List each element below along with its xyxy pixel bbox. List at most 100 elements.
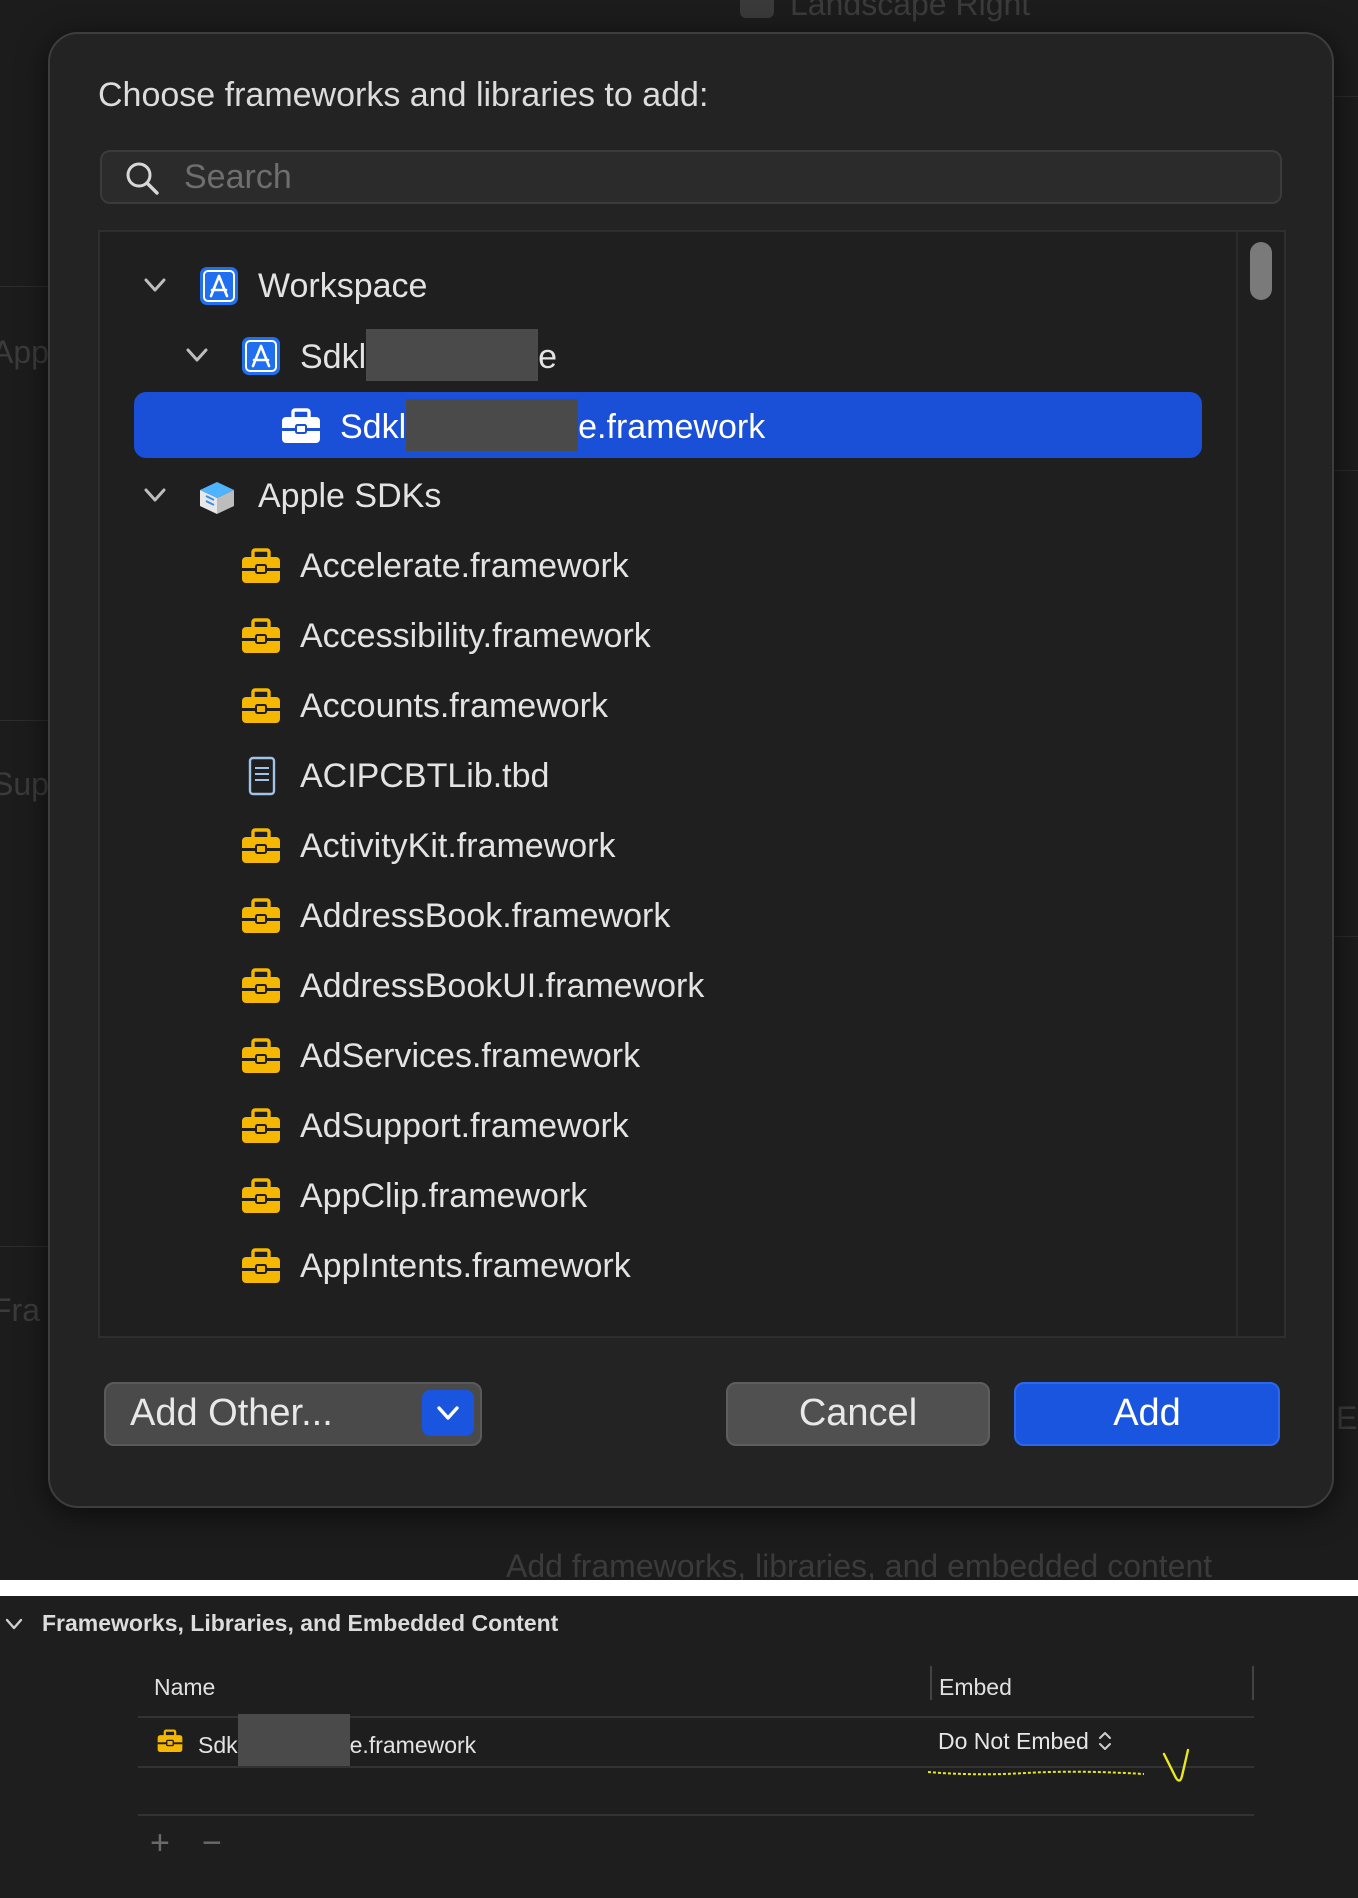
- column-separator: [1252, 1666, 1254, 1700]
- framework-name-suffix: e.framework: [578, 407, 766, 446]
- search-input[interactable]: [182, 156, 1266, 198]
- tree-label: Sdkl e.framework: [340, 399, 766, 451]
- framework-name-prefix: Sdk: [198, 1732, 238, 1759]
- bg-divider: [1332, 96, 1358, 97]
- redacted-block: [366, 329, 539, 381]
- tree-row-framework[interactable]: AppIntents.framework: [100, 1232, 1220, 1298]
- framework-icon: [242, 968, 280, 1003]
- add-other-label: Add Other...: [130, 1392, 333, 1434]
- landscape-right-label: Landscape Right: [790, 0, 1031, 22]
- tree-row-framework[interactable]: Accelerate.framework: [100, 532, 1220, 598]
- framework-icon: [242, 1178, 280, 1213]
- image-separator: [0, 1580, 1358, 1596]
- framework-icon: [242, 828, 280, 863]
- redacted-block: [406, 399, 579, 451]
- tree-row-project[interactable]: Sdkl e: [100, 322, 1220, 388]
- column-header-name[interactable]: Name: [154, 1674, 215, 1701]
- search-icon: [126, 162, 159, 195]
- tree-row-framework[interactable]: AdSupport.framework: [100, 1092, 1220, 1158]
- tree-label: Workspace: [258, 267, 428, 305]
- chevron-down-icon[interactable]: [140, 270, 170, 300]
- xcode-app-icon: [242, 337, 280, 375]
- background-window: Landscape Right App Sup Fra E Add framew…: [0, 0, 1358, 1580]
- tree-row-apple-sdks[interactable]: Apple SDKs: [100, 462, 1220, 528]
- chevron-down-icon[interactable]: [4, 1614, 24, 1634]
- tree-label: Accelerate.framework: [300, 547, 629, 585]
- tree-label: ACIPCBTLib.tbd: [300, 757, 550, 795]
- tree-label: Accounts.framework: [300, 687, 608, 725]
- framework-icon: [242, 898, 280, 933]
- bg-fragment-sup: Sup: [0, 766, 49, 802]
- bg-divider: [1332, 936, 1358, 937]
- bg-fragment-app: App: [0, 334, 49, 370]
- tbd-file-icon: [248, 756, 276, 796]
- tree-row-tbd[interactable]: ACIPCBTLib.tbd: [100, 742, 1220, 808]
- tree-label: AppClip.framework: [300, 1177, 588, 1215]
- tree-label: Accessibility.framework: [300, 617, 651, 655]
- landscape-right-checkbox[interactable]: [740, 0, 774, 18]
- search-field[interactable]: [100, 150, 1282, 204]
- framework-icon: [242, 688, 280, 723]
- tree-label: ActivityKit.framework: [300, 827, 616, 865]
- frameworks-section: Frameworks, Libraries, and Embedded Cont…: [0, 1596, 1358, 1898]
- xcode-app-icon: [200, 267, 238, 305]
- bg-fragment-e: E: [1336, 1400, 1358, 1436]
- dialog-title: Choose frameworks and libraries to add:: [98, 76, 709, 114]
- tree-row-framework[interactable]: AddressBookUI.framework: [100, 952, 1220, 1018]
- sdk-box-icon: [200, 482, 234, 514]
- tree-row-framework[interactable]: AdServices.framework: [100, 1022, 1220, 1088]
- tree-label: Apple SDKs: [258, 477, 442, 515]
- tree-row-framework[interactable]: Accounts.framework: [100, 672, 1220, 738]
- framework-icon: [242, 548, 280, 583]
- annotation-underline-and-check: [927, 1748, 1190, 1782]
- framework-icon: [282, 408, 320, 443]
- tree-label: AdSupport.framework: [300, 1107, 629, 1145]
- tree-scrollbar[interactable]: [1236, 232, 1284, 1336]
- framework-name-prefix: Sdkl: [340, 407, 407, 446]
- framework-icon: [242, 1108, 280, 1143]
- tree-row-framework[interactable]: ActivityKit.framework: [100, 812, 1220, 878]
- chevron-down-icon: [437, 1406, 459, 1420]
- tree-row-sdk-framework-selected[interactable]: Sdkl e.framework: [134, 392, 1202, 458]
- tree-label: AdServices.framework: [300, 1037, 641, 1075]
- bg-bottom-hint: Add frameworks, libraries, and embedded …: [506, 1548, 1213, 1580]
- framework-tree[interactable]: Workspace Sdkl e Sdkl e.framework Apple SD…: [98, 230, 1286, 1338]
- add-other-button[interactable]: Add Other...: [104, 1382, 482, 1446]
- framework-name: Sdk e.framework: [198, 1714, 477, 1766]
- chevron-down-icon[interactable]: [140, 480, 170, 510]
- bg-divider: [0, 1246, 48, 1247]
- add-item-button[interactable]: +: [150, 1824, 170, 1863]
- add-frameworks-dialog: Choose frameworks and libraries to add: …: [48, 32, 1334, 1508]
- bg-fragment-fra: Fra: [0, 1292, 40, 1328]
- project-name-prefix: Sdkl: [300, 337, 367, 376]
- tree-row-workspace[interactable]: Workspace: [100, 252, 1220, 318]
- tree-row-framework[interactable]: AddressBook.framework: [100, 882, 1220, 948]
- embedded-content-table: Name Embed Sdk e.framework Do Not Embed: [138, 1660, 1254, 1898]
- tree-row-framework[interactable]: Accessibility.framework: [100, 602, 1220, 668]
- tree-label: Sdkl e: [300, 329, 558, 381]
- bg-divider: [0, 286, 48, 287]
- column-separator: [930, 1666, 932, 1700]
- framework-icon: [242, 1248, 280, 1283]
- project-name-suffix: e: [538, 337, 558, 376]
- framework-icon: [242, 1038, 280, 1073]
- remove-item-button[interactable]: −: [202, 1824, 222, 1863]
- add-button[interactable]: Add: [1014, 1382, 1280, 1446]
- framework-icon: [157, 1729, 183, 1753]
- bg-divider: [0, 720, 48, 721]
- cancel-button[interactable]: Cancel: [726, 1382, 990, 1446]
- column-header-embed[interactable]: Embed: [939, 1674, 1012, 1701]
- add-other-menu-button[interactable]: [422, 1390, 474, 1436]
- redacted-block: [237, 1714, 350, 1766]
- tree-label: AppIntents.framework: [300, 1247, 631, 1285]
- tree-row-framework[interactable]: AppClip.framework: [100, 1162, 1220, 1228]
- chevron-down-icon[interactable]: [182, 340, 212, 370]
- bg-divider: [1332, 470, 1358, 471]
- tree-label: AddressBookUI.framework: [300, 967, 705, 1005]
- framework-icon: [242, 618, 280, 653]
- framework-name-suffix: e.framework: [349, 1732, 477, 1759]
- tree-label: AddressBook.framework: [300, 897, 671, 935]
- section-title: Frameworks, Libraries, and Embedded Cont…: [42, 1610, 559, 1636]
- scroll-thumb[interactable]: [1250, 242, 1272, 300]
- table-divider: [138, 1814, 1254, 1816]
